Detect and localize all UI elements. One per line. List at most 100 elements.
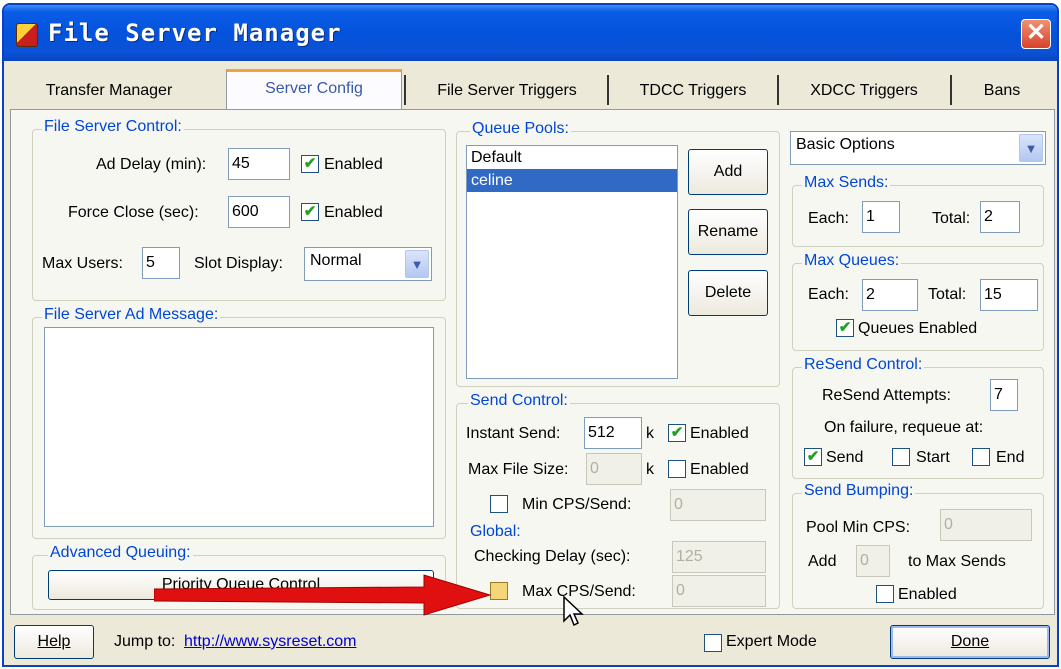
max-sends-label: Max Sends: [802, 174, 891, 192]
max-queues-each-input[interactable]: 2 [862, 279, 918, 311]
resend-attempts-input[interactable]: 7 [990, 379, 1018, 411]
ad-message-label: File Server Ad Message: [42, 306, 221, 324]
checking-delay-input[interactable]: 125 [672, 541, 766, 573]
options-select[interactable]: Basic Options ▼ [790, 131, 1046, 165]
pool-min-cps-label: Pool Min CPS: [806, 519, 911, 536]
max-file-size-enabled-checkbox[interactable] [668, 460, 686, 478]
tab-separator [607, 75, 609, 105]
max-users-label: Max Users: [42, 255, 123, 272]
help-button[interactable]: Help [14, 625, 94, 659]
min-cps-checkbox[interactable] [490, 495, 508, 513]
slot-display-select[interactable]: Normal ▼ [304, 247, 432, 281]
global-label: Global: [468, 523, 523, 541]
max-queues-total-label: Total: [928, 286, 967, 303]
max-sends-each-label: Each: [808, 210, 849, 227]
max-queues-total-input[interactable]: 15 [980, 279, 1038, 311]
checking-delay-label: Checking Delay (sec): [474, 548, 631, 565]
file-server-manager-window: File Server Manager ✕ Transfer Manager S… [2, 3, 1059, 667]
expert-mode-label: Expert Mode [726, 633, 817, 650]
window-title: File Server Manager [48, 19, 342, 47]
slot-display-label: Slot Display: [194, 255, 283, 272]
tab-separator [950, 75, 952, 105]
annotation-arrow [154, 574, 492, 616]
instant-send-input[interactable]: 512 [584, 417, 642, 449]
max-sends-total-label: Total: [932, 210, 971, 227]
help-button-label: Help [37, 633, 71, 650]
ad-delay-input[interactable]: 45 [228, 148, 290, 180]
instant-send-label: Instant Send: [466, 425, 561, 442]
sysreset-link[interactable]: http://www.sysreset.com [184, 633, 357, 651]
max-cps-input[interactable]: 0 [672, 575, 766, 607]
requeue-start-checkbox[interactable] [892, 448, 910, 466]
max-sends-each-input[interactable]: 1 [862, 201, 900, 233]
queues-enabled-checkbox[interactable]: ✔ [836, 319, 854, 337]
requeue-send-label: Send [826, 449, 864, 466]
max-queues-label: Max Queues: [802, 252, 902, 270]
advanced-queuing-label: Advanced Queuing: [48, 544, 193, 562]
requeue-end-label: End [996, 449, 1025, 466]
requeue-start-label: Start [916, 449, 950, 466]
slot-display-value: Normal [310, 252, 362, 269]
pool-min-cps-input[interactable]: 0 [940, 509, 1032, 541]
tab-file-server-triggers[interactable]: File Server Triggers [412, 72, 602, 110]
force-close-label: Force Close (sec): [68, 204, 199, 221]
ad-message-textarea[interactable] [44, 327, 434, 527]
max-file-size-label: Max File Size: [468, 461, 569, 478]
bumping-enabled-checkbox[interactable] [876, 585, 894, 603]
send-control-label: Send Control: [468, 392, 570, 410]
done-button[interactable]: Done [890, 625, 1050, 659]
tab-server-config[interactable]: Server Config [226, 69, 402, 109]
queue-pools-list[interactable]: Default celine [466, 145, 678, 379]
ad-delay-label: Ad Delay (min): [96, 156, 207, 173]
max-file-size-unit: k [646, 461, 654, 478]
queue-pools-label: Queue Pools: [470, 120, 571, 138]
force-close-enabled-checkbox[interactable]: ✔ [301, 203, 319, 221]
max-file-size-input[interactable]: 0 [586, 453, 642, 485]
chevron-down-icon[interactable]: ▼ [405, 250, 429, 278]
add-pool-button[interactable]: Add [688, 149, 768, 195]
queues-enabled-label: Queues Enabled [858, 320, 978, 337]
tab-xdcc-triggers[interactable]: XDCC Triggers [784, 72, 944, 110]
expert-mode-checkbox[interactable] [704, 634, 722, 652]
instant-send-enabled-label: Enabled [690, 425, 749, 442]
to-max-sends-label: to Max Sends [908, 553, 1006, 570]
max-sends-total-input[interactable]: 2 [980, 201, 1020, 233]
bump-add-input[interactable]: 0 [856, 545, 890, 577]
min-cps-input[interactable]: 0 [670, 489, 766, 521]
force-close-input[interactable]: 600 [228, 196, 290, 228]
min-cps-label: Min CPS/Send: [522, 496, 632, 513]
send-bumping-label: Send Bumping: [802, 482, 916, 500]
title-bar: File Server Manager ✕ [4, 5, 1057, 61]
rename-pool-button[interactable]: Rename [688, 209, 768, 255]
force-close-enabled-label: Enabled [324, 204, 383, 221]
done-button-label: Done [950, 633, 990, 650]
chevron-down-icon[interactable]: ▼ [1019, 134, 1043, 162]
tab-separator [404, 75, 406, 105]
app-icon [16, 23, 38, 47]
max-file-size-enabled-label: Enabled [690, 461, 749, 478]
list-item[interactable]: Default [467, 146, 677, 169]
jump-to-label: Jump to: [114, 633, 176, 650]
ad-delay-enabled-checkbox[interactable]: ✔ [301, 155, 319, 173]
resend-attempts-label: ReSend Attempts: [822, 387, 951, 404]
requeue-send-checkbox[interactable]: ✔ [804, 448, 822, 466]
file-server-control-label: File Server Control: [42, 118, 184, 136]
list-item[interactable]: celine [467, 169, 677, 192]
max-cps-checkbox[interactable] [490, 582, 508, 600]
footer-bar: Help Jump to: http://www.sysreset.com Ex… [4, 617, 1057, 665]
close-button[interactable]: ✕ [1021, 19, 1051, 49]
requeue-end-checkbox[interactable] [972, 448, 990, 466]
instant-send-enabled-checkbox[interactable]: ✔ [668, 424, 686, 442]
tab-transfer-manager[interactable]: Transfer Manager [24, 72, 194, 110]
bumping-enabled-label: Enabled [898, 586, 957, 603]
max-users-input[interactable]: 5 [142, 247, 180, 279]
tab-bans[interactable]: Bans [956, 72, 1048, 110]
resend-control-label: ReSend Control: [802, 356, 925, 374]
tab-separator [777, 75, 779, 105]
bump-add-label: Add [808, 553, 837, 570]
options-select-value: Basic Options [796, 136, 895, 153]
max-queues-each-label: Each: [808, 286, 849, 303]
on-failure-label: On failure, requeue at: [824, 419, 984, 436]
tab-tdcc-triggers[interactable]: TDCC Triggers [614, 72, 772, 110]
delete-pool-button[interactable]: Delete [688, 270, 768, 316]
